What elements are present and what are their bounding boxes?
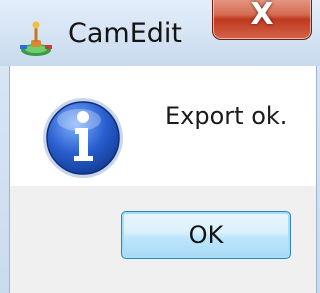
close-icon: X (250, 0, 274, 32)
dialog-client-area: Export ok. OK (9, 66, 317, 293)
dialog-window: CamEdit X Export ok. OK (0, 0, 320, 293)
message-text: Export ok. (165, 102, 288, 130)
window-title: CamEdit (68, 18, 182, 49)
ok-button[interactable]: OK (121, 211, 291, 259)
title-bar[interactable]: CamEdit X (0, 0, 320, 66)
info-icon (43, 98, 123, 178)
camedit-app-icon (20, 21, 52, 56)
close-button[interactable]: X (212, 0, 312, 40)
ok-button-label: OK (188, 221, 224, 249)
message-panel: Export ok. (10, 66, 316, 186)
